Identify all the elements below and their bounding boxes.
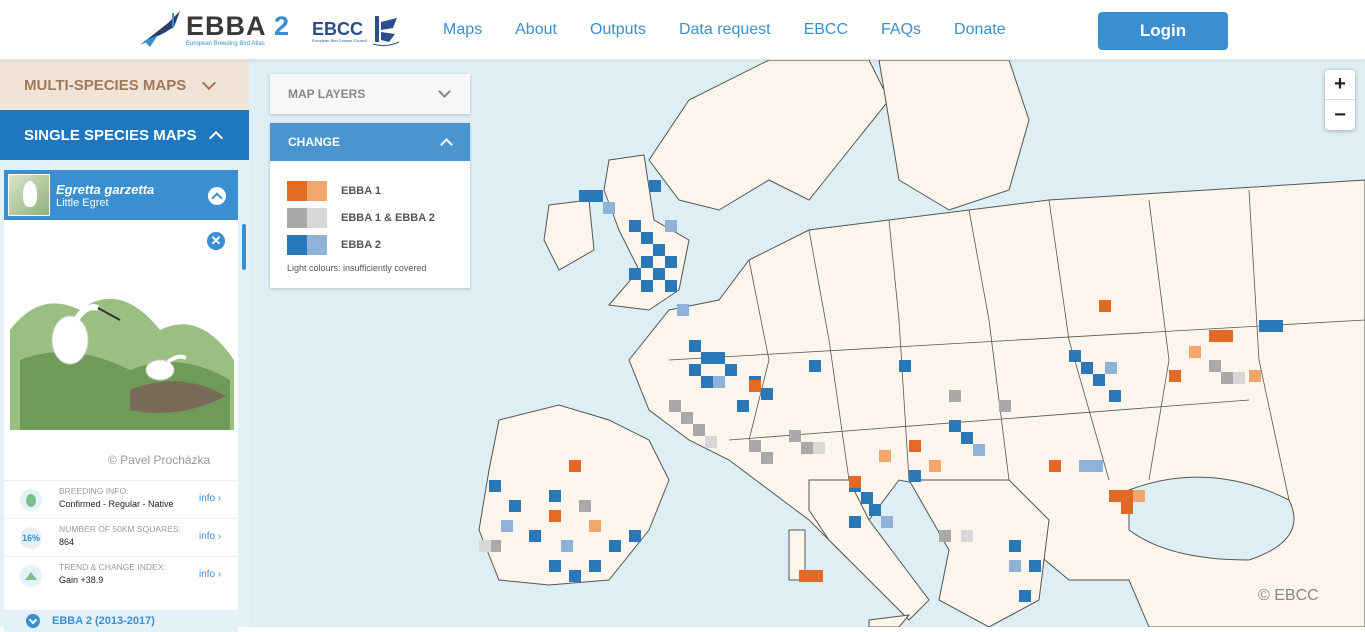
legend-note: Light colours: insufficiently covered	[287, 263, 427, 273]
legend-label-ebba1: EBBA 1	[341, 185, 381, 197]
species-thumbnail	[8, 174, 50, 216]
period-label: EBBA 2 (2013-2017)	[52, 615, 155, 627]
single-species-label: SINGLE SPECIES MAPS	[24, 126, 197, 144]
trend-info-link[interactable]: info ›	[199, 569, 221, 580]
ebcc-emblem-icon	[372, 16, 399, 47]
trend-info-row: TREND & CHANGE INDEX: Gain +38.9 info ›	[4, 556, 238, 594]
change-legend-panel: CHANGE EBBA 1 EBBA 1 & EBBA 2 EBBA 2 Lig…	[270, 123, 470, 288]
main-nav: Maps About Outputs Data request EBCC FAQ…	[443, 21, 1039, 39]
zoom-out-button[interactable]: −	[1325, 100, 1355, 130]
ebba1-light-swatch	[307, 181, 327, 201]
breeding-info-label: BREEDING INFO:	[59, 486, 129, 496]
multi-species-maps-toggle[interactable]: MULTI-SPECIES MAPS	[0, 60, 249, 110]
chevron-up-icon	[208, 130, 224, 146]
sidebar-scrollbar[interactable]	[242, 224, 246, 270]
close-species-button[interactable]: ✕	[207, 232, 225, 250]
breeding-info-link[interactable]: info ›	[199, 493, 221, 504]
nav-maps[interactable]: Maps	[443, 21, 482, 39]
map-layers-toggle[interactable]: MAP LAYERS	[270, 74, 470, 114]
species-common-name: Little Egret	[56, 196, 109, 209]
squares-info-link[interactable]: info ›	[199, 531, 221, 542]
species-header[interactable]: Egretta garzetta Little Egret	[4, 170, 238, 220]
ebba1-dark-swatch	[287, 181, 307, 201]
logo-number: 2	[274, 10, 291, 41]
single-species-maps-toggle[interactable]: SINGLE SPECIES MAPS	[0, 110, 249, 160]
nav-about[interactable]: About	[515, 21, 557, 39]
zoom-controls: + −	[1325, 70, 1355, 130]
trend-info-label: TREND & CHANGE INDEX:	[59, 562, 166, 572]
legend-ebba1-ebba2: EBBA 1 & EBBA 2	[287, 208, 435, 228]
legend-ebba1: EBBA 1	[287, 181, 381, 201]
legend-label-both: EBBA 1 & EBBA 2	[341, 212, 435, 224]
nav-ebcc[interactable]: EBCC	[804, 21, 848, 39]
breeding-info-value: Confirmed - Regular - Native	[59, 499, 174, 509]
image-credit: © Pavel Procházka	[108, 453, 211, 467]
ebba2-logo[interactable]: EBBA 2 European Breeding Bird Atlas	[138, 6, 290, 52]
ebcc-logo[interactable]: EBCC European Bird Census Council	[312, 14, 403, 48]
species-panel: Egretta garzetta Little Egret ✕ © Pavel …	[4, 170, 238, 632]
nav-donate[interactable]: Donate	[954, 21, 1006, 39]
both-dark-swatch	[287, 208, 307, 228]
zoom-in-button[interactable]: +	[1325, 70, 1355, 100]
nav-data-request[interactable]: Data request	[679, 21, 771, 39]
legend-ebba2: EBBA 2	[287, 235, 381, 255]
period-selector[interactable]: EBBA 2 (2013-2017)	[4, 610, 238, 632]
chevron-down-icon	[438, 85, 451, 98]
trend-icon	[20, 565, 42, 587]
legend-label-ebba2: EBBA 2	[341, 239, 381, 251]
chevron-down-icon	[201, 75, 217, 91]
bird-logo-icon	[140, 11, 180, 47]
chevron-down-circle-icon	[26, 614, 40, 628]
squares-info-label: NUMBER OF 50KM SQUARES:	[59, 524, 181, 534]
squares-info-value: 864	[59, 537, 75, 547]
map-layers-label: MAP LAYERS	[288, 87, 366, 101]
ebcc-logo-text: EBCC	[312, 18, 364, 39]
change-label: CHANGE	[288, 135, 341, 149]
logo-subtitle: European Breeding Bird Atlas	[186, 40, 265, 47]
multi-species-label: MULTI-SPECIES MAPS	[24, 76, 187, 94]
sidebar: MULTI-SPECIES MAPS SINGLE SPECIES MAPS E…	[0, 60, 249, 632]
egg-icon	[20, 489, 42, 511]
change-legend-toggle[interactable]: CHANGE	[270, 123, 470, 161]
chevron-up-icon	[440, 138, 453, 151]
nav-outputs[interactable]: Outputs	[590, 21, 646, 39]
top-navigation-bar: EBBA 2 European Breeding Bird Atlas EBCC…	[0, 0, 1365, 60]
map-copyright: © EBCC	[1258, 587, 1319, 604]
both-light-swatch	[307, 208, 327, 228]
nav-faqs[interactable]: FAQs	[881, 21, 921, 39]
percent-icon: 16%	[20, 527, 42, 549]
trend-info-value: Gain +38.9	[59, 575, 104, 585]
login-button[interactable]: Login	[1098, 12, 1228, 50]
collapse-species-button[interactable]	[208, 187, 226, 205]
squares-info-row: 16% NUMBER OF 50KM SQUARES: 864 info ›	[4, 518, 238, 556]
breeding-info-row: BREEDING INFO: Confirmed - Regular - Nat…	[4, 480, 238, 518]
ebba2-light-swatch	[307, 235, 327, 255]
species-scientific-name: Egretta garzetta	[56, 181, 155, 197]
ebba2-dark-swatch	[287, 235, 307, 255]
logo-title: EBBA	[186, 10, 266, 41]
little-egret-illustration	[10, 298, 234, 430]
ebcc-logo-subtitle: European Bird Census Council	[312, 37, 367, 43]
